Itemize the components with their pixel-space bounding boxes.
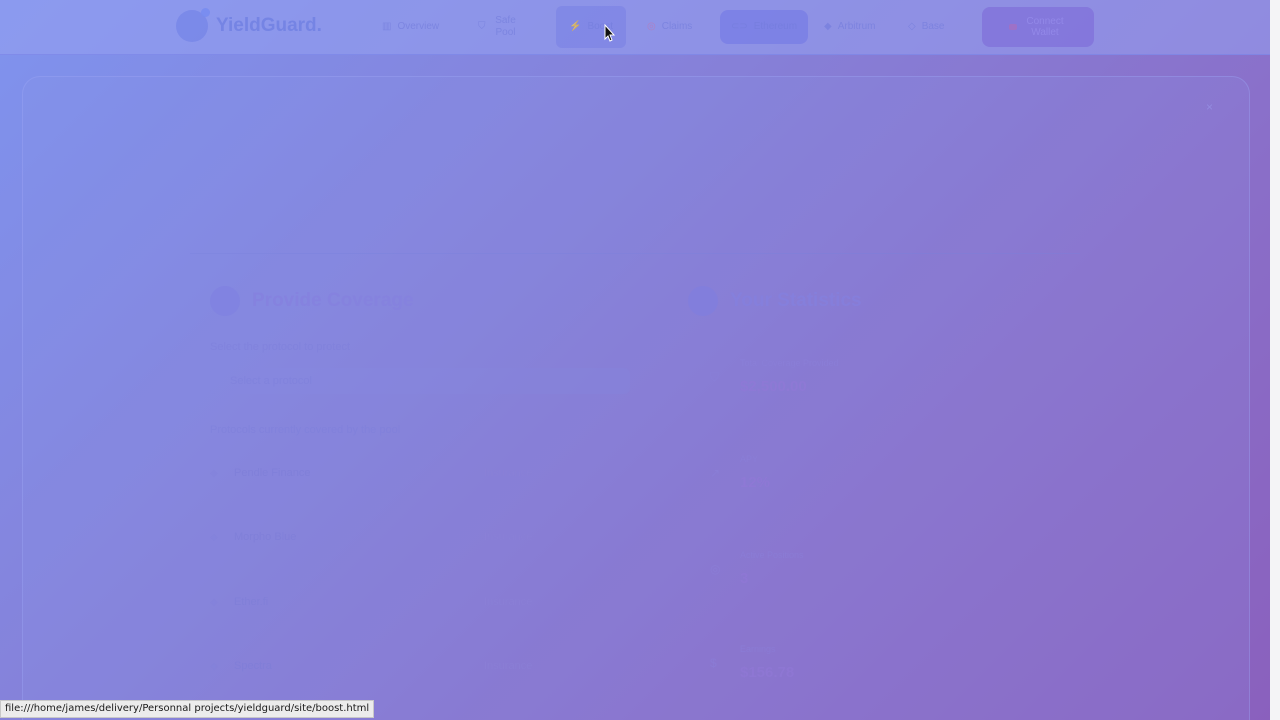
nav-safe-pool-label: Safe Pool bbox=[495, 15, 516, 38]
statistics-icon bbox=[688, 286, 718, 316]
stat-label: APY bbox=[740, 454, 759, 464]
app-name: YieldGuard. bbox=[216, 15, 322, 36]
stat-label: Active Positions bbox=[740, 550, 804, 560]
protocol-select[interactable]: Select a protocol bbox=[210, 368, 630, 394]
stat-earnings: $ Earnings $156.78 bbox=[710, 644, 794, 681]
protocol-row[interactable]: ◈ Ether.fi Insurance bbox=[210, 586, 590, 618]
protocol-row[interactable]: ◈ Morpho Blue Insurance bbox=[210, 521, 590, 553]
nav-overview[interactable]: ▥ Overview bbox=[382, 6, 452, 48]
shield-logo-icon bbox=[176, 8, 210, 42]
provide-coverage-header: Provide Coverage bbox=[210, 286, 414, 316]
protocol-name: Pendle Finance bbox=[234, 467, 311, 479]
app-logo[interactable]: YieldGuard. bbox=[176, 8, 322, 42]
connect-wallet-button[interactable]: Connect Wallet bbox=[982, 7, 1094, 47]
nav-claims[interactable]: ◎ Claims bbox=[647, 6, 709, 48]
stat-value: $156.78 bbox=[740, 664, 795, 681]
link-icon: ⊂⊃ bbox=[730, 21, 748, 32]
protocol-icon: ◈ bbox=[210, 596, 218, 608]
stat-apy: ↗ APY 12% bbox=[710, 454, 770, 491]
browser-status-url: file:///home/james/delivery/Personnal pr… bbox=[0, 700, 375, 718]
apy-stat-icon: ↗ bbox=[710, 466, 721, 480]
stat-value: 3 bbox=[740, 570, 749, 587]
protocol-meta: Insurance bbox=[484, 467, 533, 479]
target-icon: ◎ bbox=[647, 21, 656, 32]
provide-coverage-title: Provide Coverage bbox=[252, 290, 414, 311]
stat-label: Earnings bbox=[740, 644, 776, 654]
stat-active-positions: ◎ Active Positions 3 bbox=[710, 550, 804, 587]
protocol-icon: ◈ bbox=[210, 660, 218, 672]
protocol-name: Morpho Blue bbox=[234, 531, 297, 543]
top-navigation: YieldGuard. ▥ Overview ⛉ Safe Pool ⚡ Boo… bbox=[0, 0, 1270, 55]
chart-icon: ▥ bbox=[382, 21, 392, 32]
stat-total-coverage: ⛉ Total Coverage Provided $2,500.00 bbox=[710, 358, 839, 395]
protocol-icon: ◈ bbox=[210, 531, 218, 543]
stat-label: Total Coverage Provided bbox=[740, 358, 839, 368]
circle-icon: ◇ bbox=[908, 21, 916, 32]
chain-arbitrum-label: Arbitrum bbox=[837, 21, 876, 32]
your-statistics-title: Your Statistics bbox=[730, 290, 862, 311]
nav-overview-label: Overview bbox=[397, 21, 440, 32]
boost-panel bbox=[22, 76, 1250, 720]
protocol-row[interactable]: ◈ Spectra Insurance bbox=[210, 650, 590, 682]
protocol-list-label: Protocols currently covered by the pool bbox=[210, 424, 401, 436]
chain-base[interactable]: ◇ Base bbox=[908, 6, 952, 48]
your-statistics-header: Your Statistics bbox=[688, 286, 862, 316]
protocol-name: Ether.fi bbox=[234, 596, 269, 608]
protocol-meta: Insurance bbox=[484, 660, 533, 672]
nav-safe-pool[interactable]: ⛉ Safe Pool bbox=[478, 6, 528, 48]
coverage-icon bbox=[210, 286, 240, 316]
diamond-icon: ◆ bbox=[824, 21, 832, 32]
protocol-row[interactable]: ◈ Pendle Finance Insurance bbox=[210, 457, 590, 489]
wallet-icon bbox=[1009, 24, 1017, 30]
chain-ethereum-label: Ethereum bbox=[753, 21, 798, 32]
protocol-icon: ◈ bbox=[210, 467, 218, 479]
stat-value: 12% bbox=[740, 474, 771, 491]
panel-divider bbox=[190, 253, 1080, 254]
page-scrollbar[interactable] bbox=[1270, 0, 1280, 720]
chain-base-label: Base bbox=[921, 21, 945, 32]
protocol-name: Spectra bbox=[234, 660, 272, 672]
shield-icon: ⛉ bbox=[478, 21, 486, 32]
protocol-meta: Insurance bbox=[484, 531, 533, 543]
connect-wallet-label: Connect Wallet bbox=[1026, 16, 1064, 38]
mouse-cursor-icon bbox=[604, 24, 616, 42]
bolt-icon: ⚡ bbox=[568, 21, 582, 32]
chain-ethereum[interactable]: ⊂⊃ Ethereum bbox=[720, 10, 808, 44]
nav-claims-label: Claims bbox=[661, 21, 693, 32]
stat-value: $2,500.00 bbox=[740, 378, 807, 395]
positions-stat-icon: ◎ bbox=[710, 562, 721, 576]
earnings-stat-icon: $ bbox=[710, 656, 717, 670]
coverage-stat-icon: ⛉ bbox=[710, 370, 720, 384]
protocol-select-value: Select a protocol bbox=[230, 375, 312, 387]
close-icon[interactable]: × bbox=[1206, 100, 1213, 114]
chain-arbitrum[interactable]: ◆ Arbitrum bbox=[824, 6, 888, 48]
protocol-select-label: Select the protocol to protect bbox=[210, 341, 351, 353]
protocol-meta: Insurance bbox=[484, 596, 533, 608]
